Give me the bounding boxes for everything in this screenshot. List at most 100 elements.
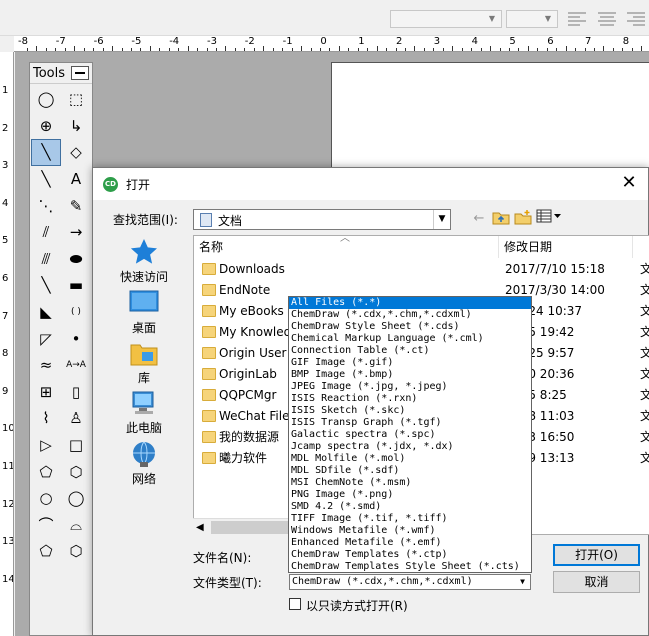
dashed-bond-icon[interactable]: ⋱ xyxy=(31,192,61,219)
filetype-option[interactable]: Windows Metafile (*.wmf) xyxy=(289,525,531,537)
column-header-type[interactable] xyxy=(633,236,649,258)
place-quick-access[interactable]: 快速访问 xyxy=(103,238,185,285)
ruler-tick xyxy=(575,48,577,51)
scrollbar-thumb[interactable] xyxy=(211,521,291,534)
horizontal-ruler: -8 -7 -6 -5 -4 -3 -2 -1 0 1 2 3 4 5 6 7 8 xyxy=(14,36,649,52)
filetype-option[interactable]: Galactic spectra (*.spc) xyxy=(289,429,531,441)
filetype-option[interactable]: Connection Table (*.ct) xyxy=(289,345,531,357)
cancel-button[interactable]: 取消 xyxy=(553,571,640,593)
filetype-option[interactable]: ChemDraw Style Sheet (*.cds) xyxy=(289,321,531,333)
atom-map-icon[interactable]: A→A xyxy=(61,352,91,379)
eraser-icon[interactable]: ◇ xyxy=(61,139,91,166)
bold-bond-icon[interactable]: ╲ xyxy=(31,166,61,193)
marquee-select-icon[interactable]: ⬚ xyxy=(61,86,91,113)
triangle-icon[interactable]: ▷ xyxy=(31,432,61,459)
rotate-icon[interactable]: ⊕ xyxy=(31,113,61,140)
pentagon-icon[interactable]: ⬠ xyxy=(31,458,61,485)
new-folder-icon[interactable] xyxy=(513,209,533,229)
brackets-icon[interactable]: ( ) xyxy=(61,299,91,326)
octagon-icon[interactable]: ◯ xyxy=(61,485,91,512)
rounded-rectangle-icon[interactable]: ▬ xyxy=(61,272,91,299)
chair-cyclohexane-2-icon[interactable]: ⌓ xyxy=(61,512,91,539)
chain-icon[interactable]: ⌇ xyxy=(31,405,61,432)
solid-bond-icon[interactable]: ╲ xyxy=(31,139,61,166)
palette-menu-icon[interactable] xyxy=(71,66,89,80)
dot-icon[interactable]: • xyxy=(61,325,91,352)
column-header-date[interactable]: 修改日期 xyxy=(499,236,633,258)
arrow-icon[interactable]: → xyxy=(61,219,91,246)
ruler-tick xyxy=(187,46,189,51)
up-folder-icon[interactable] xyxy=(491,209,511,229)
place-desktop[interactable]: 桌面 xyxy=(103,289,185,336)
ruler-label: 8 xyxy=(622,36,630,47)
lasso-icon[interactable]: ◯ xyxy=(31,86,61,113)
filetype-option[interactable]: BMP Image (*.bmp) xyxy=(289,369,531,381)
place-network[interactable]: 网络 xyxy=(103,440,185,487)
wavy-bond-icon[interactable]: ≈ xyxy=(31,352,61,379)
tlc-plate-icon[interactable]: ▯ xyxy=(61,379,91,406)
hashed-wedge-icon[interactable]: ⫻ xyxy=(31,246,61,273)
filetype-option[interactable]: MDL Molfile (*.mol) xyxy=(289,453,531,465)
filetype-option[interactable]: SMD 4.2 (*.smd) xyxy=(289,501,531,513)
heptagon-icon[interactable]: ○ xyxy=(31,485,61,512)
open-button[interactable]: 打开(O) xyxy=(553,544,640,566)
square-icon[interactable]: □ xyxy=(61,432,91,459)
hollow-wedge-icon[interactable]: ◸ xyxy=(31,325,61,352)
filetype-option[interactable]: ISIS Transp Graph (*.tgf) xyxy=(289,417,531,429)
font-combo[interactable]: ▼ xyxy=(390,10,502,28)
bold-wedge-bond-icon[interactable]: ╲ xyxy=(31,272,61,299)
place-this-pc[interactable]: 此电脑 xyxy=(103,389,185,436)
filetype-option[interactable]: ChemDraw Templates Style Sheet (*.cts) xyxy=(289,561,531,572)
ruler-tick xyxy=(149,46,151,51)
filetype-option[interactable]: ChemDraw (*.cdx,*.chm,*.cdxml) xyxy=(289,309,531,321)
text-icon[interactable]: A xyxy=(61,166,91,193)
benzene-icon[interactable]: ⬡ xyxy=(61,538,91,565)
scroll-left-icon[interactable]: ◀ xyxy=(196,519,204,536)
filetype-dropdown-list[interactable]: All Files (*.*) ChemDraw (*.cdx,*.chm,*.c… xyxy=(288,296,532,573)
move-arrow-icon[interactable]: ↳ xyxy=(61,113,91,140)
file-row[interactable]: Downloads 2017/7/10 15:18 文 xyxy=(194,259,649,280)
cyclopentadiene-icon[interactable]: ⬠ xyxy=(31,538,61,565)
file-type: 文 xyxy=(640,427,649,448)
wedge-bond-icon[interactable]: ◣ xyxy=(31,299,61,326)
hexagon-icon[interactable]: ⬡ xyxy=(61,458,91,485)
align-right-icon[interactable] xyxy=(627,12,645,26)
filetype-option[interactable]: Enhanced Metafile (*.emf) xyxy=(289,537,531,549)
filetype-combo[interactable]: ChemDraw (*.cdx,*.chm,*.cdxml) ▼ xyxy=(289,574,531,590)
table-icon[interactable]: ⊞ xyxy=(31,379,61,406)
filetype-option[interactable]: ISIS Sketch (*.skc) xyxy=(289,405,531,417)
align-left-icon[interactable] xyxy=(568,12,586,26)
dialog-titlebar[interactable]: CD 打开 ✕ xyxy=(93,168,648,200)
filetype-option[interactable]: PNG Image (*.png) xyxy=(289,489,531,501)
ruler-tick xyxy=(338,46,340,51)
filetype-option[interactable]: All Files (*.*) xyxy=(289,297,531,309)
filetype-option[interactable]: Jcamp spectra (*.jdx, *.dx) xyxy=(289,441,531,453)
align-center-icon[interactable] xyxy=(598,12,616,26)
ruler-label: 3 xyxy=(2,160,9,172)
column-header-name[interactable]: 名称 ︿ xyxy=(194,236,499,258)
orbital-icon[interactable]: ⬬ xyxy=(61,246,91,273)
filetype-option[interactable]: MDL SDfile (*.sdf) xyxy=(289,465,531,477)
stamp-icon[interactable]: ♙ xyxy=(61,405,91,432)
ruler-label: 12 xyxy=(2,498,14,510)
filetype-option[interactable]: MSI ChemNote (*.msm) xyxy=(289,477,531,489)
hashed-bond-icon[interactable]: ⫽ xyxy=(31,219,61,246)
filetype-option[interactable]: GIF Image (*.gif) xyxy=(289,357,531,369)
filetype-option[interactable]: ChemDraw Templates (*.ctp) xyxy=(289,549,531,561)
ruler-label: 4 xyxy=(2,197,9,209)
filetype-option[interactable]: ISIS Reaction (*.rxn) xyxy=(289,393,531,405)
back-icon[interactable]: ← xyxy=(469,209,489,229)
readonly-checkbox[interactable] xyxy=(289,598,301,610)
filetype-option[interactable]: Chemical Markup Language (*.cml) xyxy=(289,333,531,345)
view-menu-icon[interactable] xyxy=(535,209,563,229)
ruler-tick xyxy=(225,46,227,51)
look-in-combo[interactable]: 文档 ▼ xyxy=(193,209,451,230)
tools-palette-titlebar[interactable]: Tools xyxy=(30,63,92,84)
close-icon[interactable]: ✕ xyxy=(618,172,640,194)
filetype-option[interactable]: JPEG Image (*.jpg, *.jpeg) xyxy=(289,381,531,393)
place-library[interactable]: 库 xyxy=(103,339,185,386)
chair-cyclohexane-icon[interactable]: ⌒ xyxy=(31,512,61,539)
filetype-option[interactable]: TIFF Image (*.tif, *.tiff) xyxy=(289,513,531,525)
font-size-combo[interactable]: ▼ xyxy=(506,10,558,28)
pen-icon[interactable]: ✎ xyxy=(61,192,91,219)
